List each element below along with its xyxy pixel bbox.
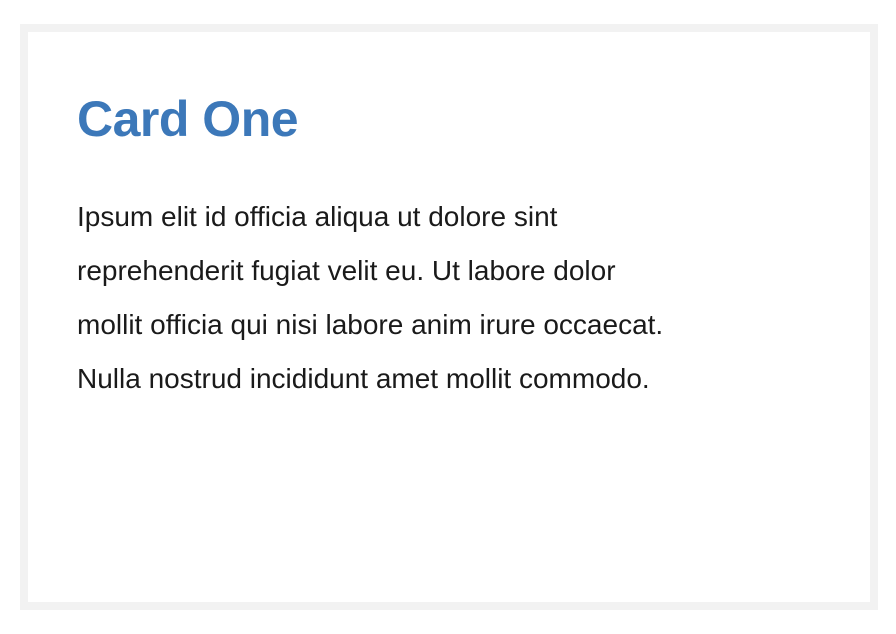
card-body-text: Ipsum elit id officia aliqua ut dolore s…: [77, 190, 797, 406]
card-body-line: mollit officia qui nisi labore anim irur…: [77, 309, 664, 340]
card-body-line: Nulla nostrud incididunt amet mollit com…: [77, 363, 650, 394]
card-body-line: Ipsum elit id officia aliqua ut dolore s…: [77, 201, 558, 232]
card-body-line: reprehenderit fugiat velit eu. Ut labore…: [77, 255, 616, 286]
card-title: Card One: [77, 91, 299, 147]
content-card: Card One Ipsum elit id officia aliqua ut…: [20, 24, 878, 610]
